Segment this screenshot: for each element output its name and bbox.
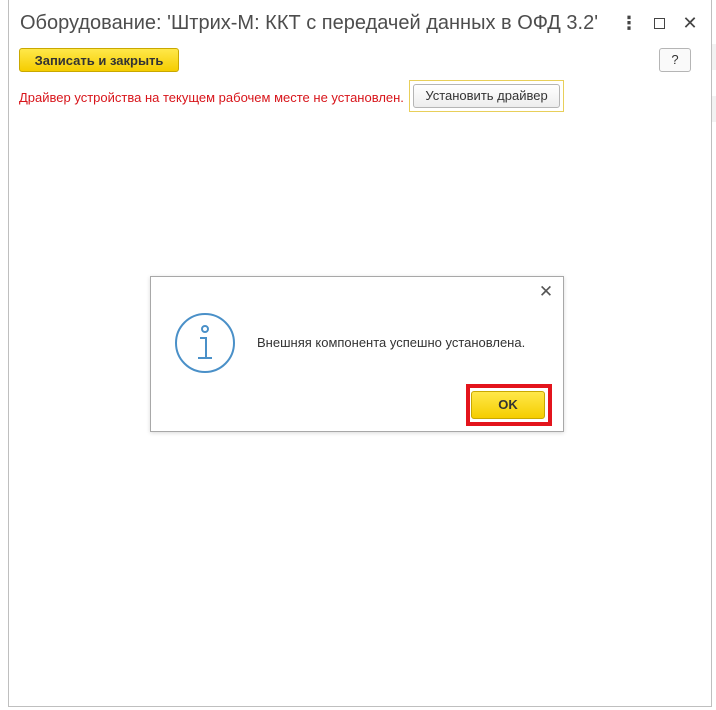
close-icon[interactable]: ✕ <box>680 13 700 33</box>
save-and-close-button[interactable]: Записать и закрыть <box>19 48 179 72</box>
window-title: Оборудование: 'Штрих-М: ККТ с передачей … <box>20 12 600 34</box>
title-bar: Оборудование: 'Штрих-М: ККТ с передачей … <box>9 0 711 48</box>
info-icon <box>175 313 235 373</box>
more-icon[interactable]: ⋮ <box>619 13 639 33</box>
help-button[interactable]: ? <box>659 48 691 72</box>
driver-warning-text: Драйвер устройства на текущем рабочем ме… <box>19 90 404 105</box>
dialog-close-icon[interactable]: ✕ <box>537 283 555 301</box>
ok-button[interactable]: OK <box>471 391 545 419</box>
install-driver-button[interactable]: Установить драйвер <box>413 84 560 108</box>
maximize-icon[interactable] <box>649 13 669 33</box>
dialog-message: Внешняя компонента успешно установлена. <box>257 335 526 350</box>
info-dialog: ✕ Внешняя компонента успешно установлена… <box>150 276 564 432</box>
install-driver-focus-frame: Установить драйвер <box>409 80 564 112</box>
